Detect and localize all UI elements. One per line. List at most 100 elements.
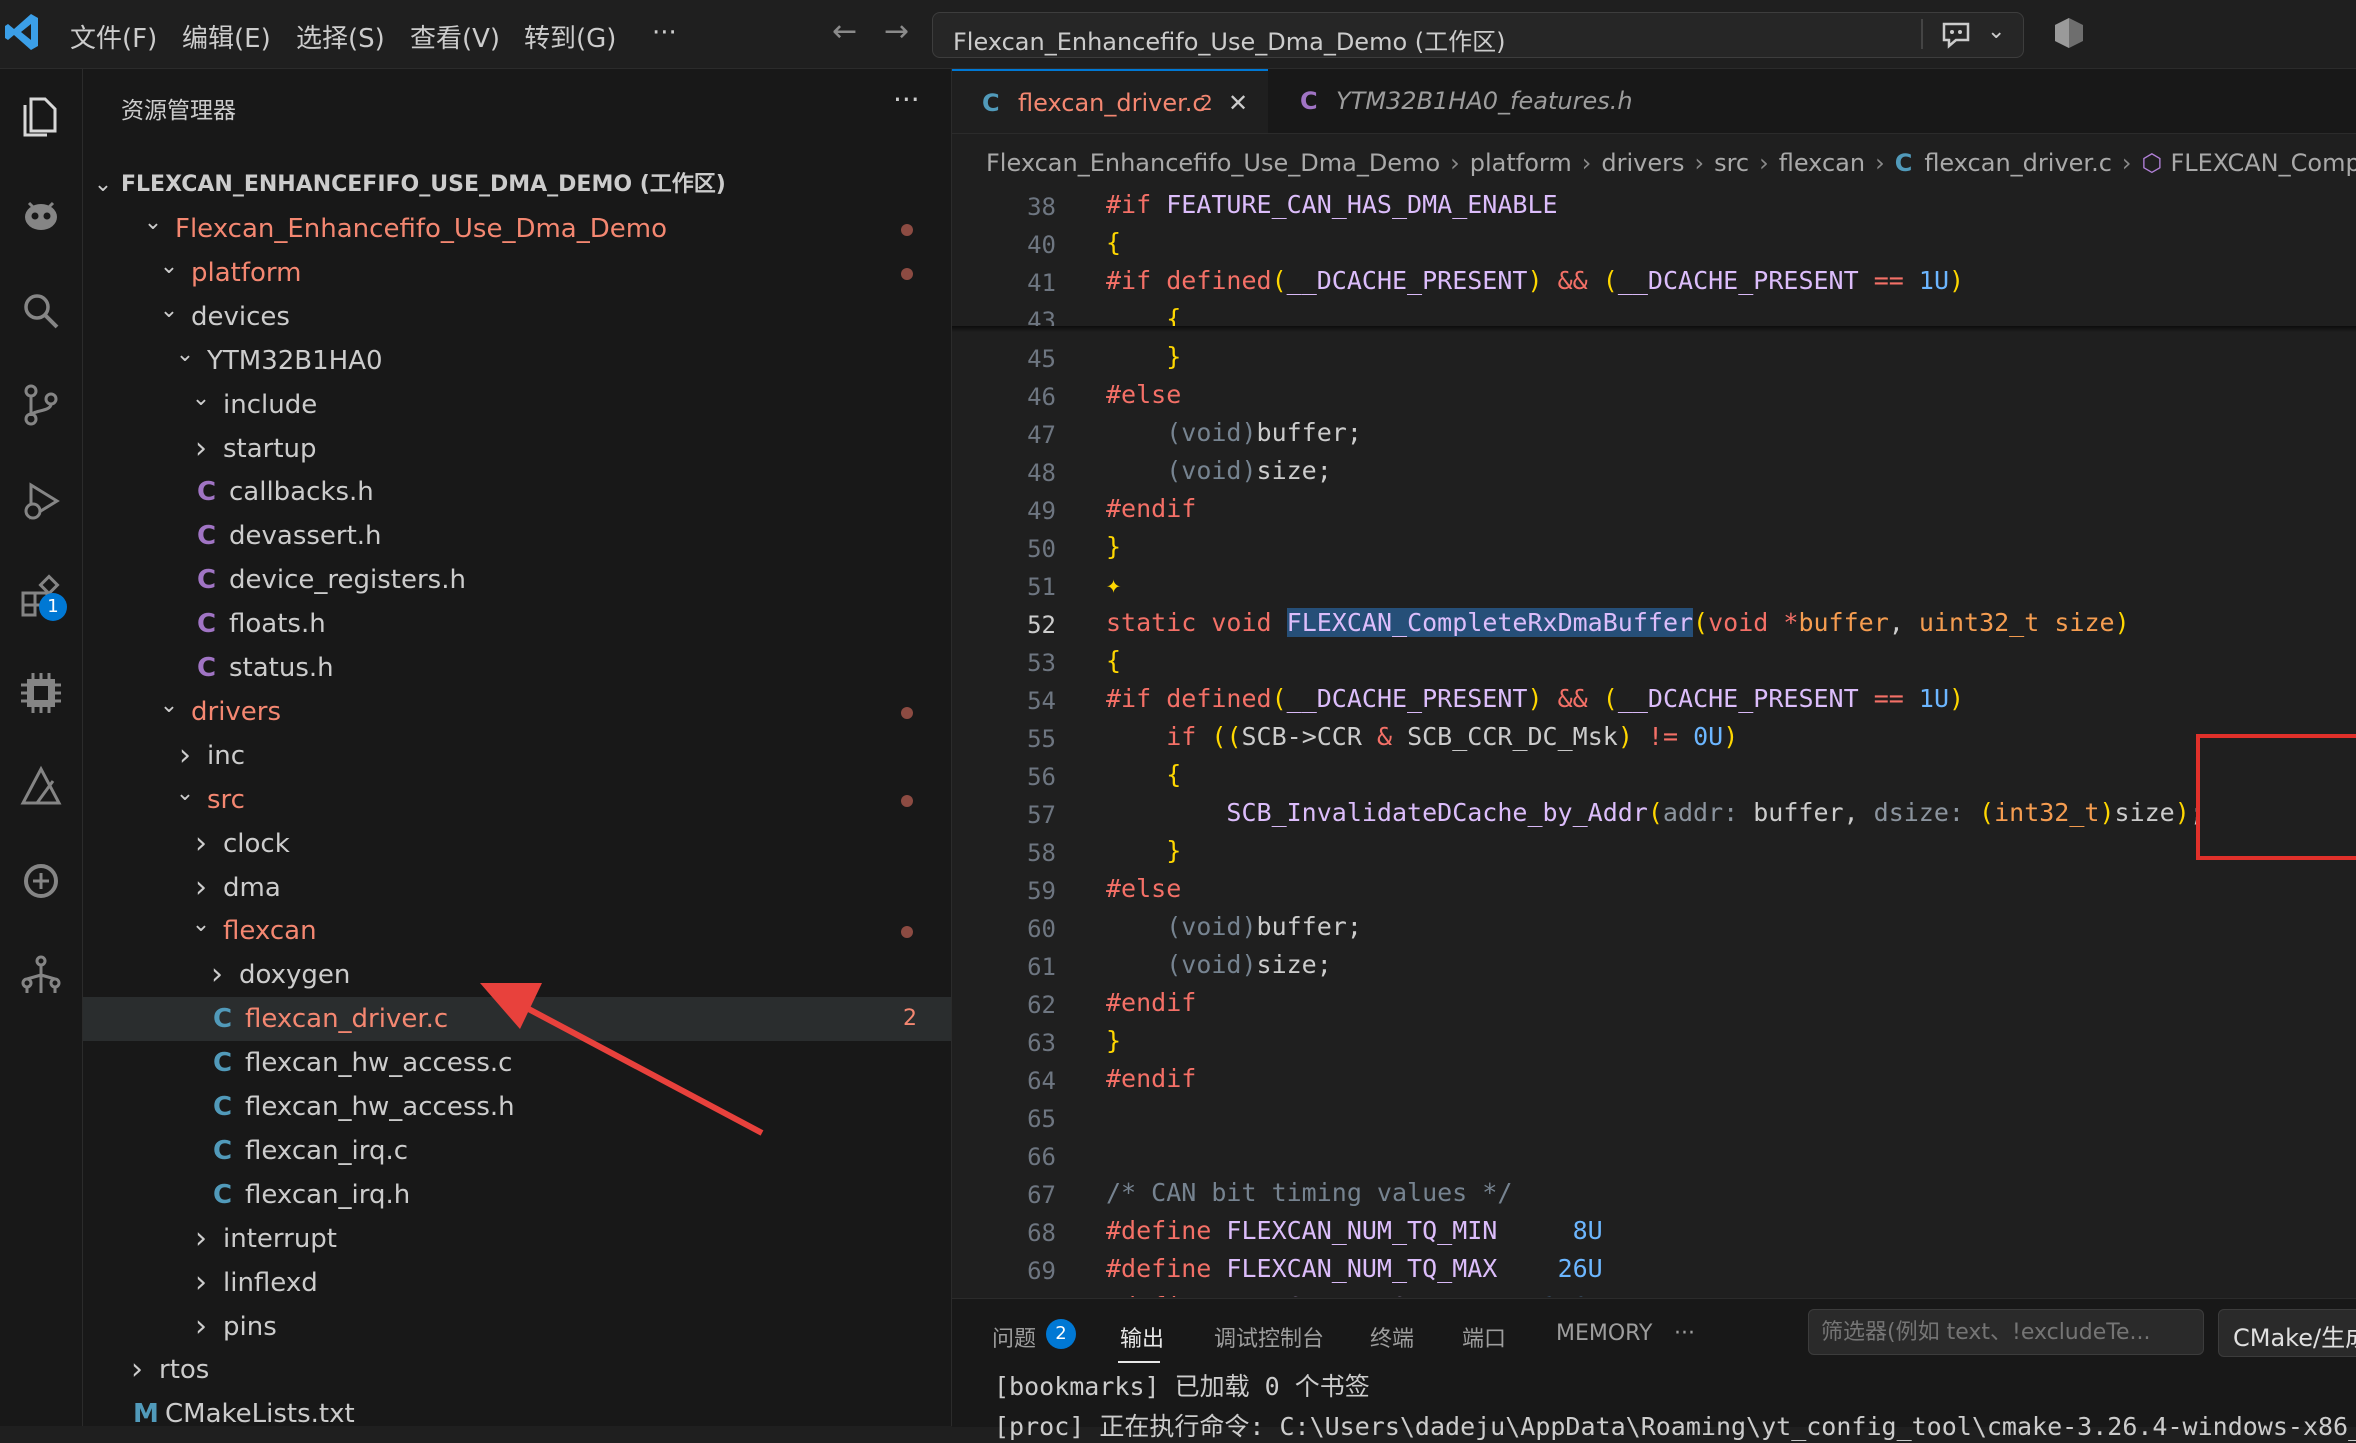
output-channel-select[interactable]: CMake/生成	[2218, 1309, 2356, 1357]
menu-item[interactable]: 转到(G)	[524, 18, 616, 55]
chevron-right-icon: ›	[195, 825, 207, 861]
menu-item[interactable]: 选择(S)	[296, 18, 385, 55]
panel-tab[interactable]: 端口	[1462, 1321, 1506, 1353]
tree-item[interactable]: › rtos	[83, 1348, 951, 1392]
menu-item[interactable]: 查看(V)	[410, 18, 500, 55]
explorer-icon[interactable]	[13, 89, 69, 145]
back-arrow-icon[interactable]: ←	[832, 14, 857, 49]
forward-arrow-icon[interactable]: →	[884, 14, 909, 49]
code-line[interactable]: #define FLEXCAN_NUM_TQ_MAX 26U	[1106, 1254, 1603, 1283]
output-filter-input[interactable]	[1808, 1309, 2204, 1355]
tree-item[interactable]: Ccallbacks.h	[83, 470, 951, 514]
tree-item-label: rtos	[159, 1355, 210, 1386]
menu-item[interactable]: 文件(F)	[70, 18, 157, 55]
breadcrumb-item[interactable]: platform	[1470, 149, 1572, 177]
tree-item[interactable]: Cstatus.h	[83, 646, 951, 690]
extensions-icon[interactable]: 1	[13, 569, 69, 625]
tree-item[interactable]: ⌄ YTM32B1HA0	[83, 339, 951, 383]
panel-tab[interactable]: MEMORY	[1556, 1321, 1653, 1346]
search-icon[interactable]	[13, 283, 69, 339]
code-line[interactable]: SCB_InvalidateDCache_by_Addr(addr: buffe…	[1106, 798, 2204, 827]
tree-item[interactable]: ⌄ include	[83, 383, 951, 427]
code-line[interactable]: ✦	[1106, 570, 1121, 599]
code-line[interactable]: #endif	[1106, 1064, 1196, 1093]
menu-item[interactable]: 编辑(E)	[182, 18, 271, 55]
tab-ytm32-features-h[interactable]: C YTM32B1HA0_features.h	[1270, 69, 1633, 133]
output-tab-underline	[1118, 1361, 1160, 1363]
code-line[interactable]: static void FLEXCAN_CompleteRxDmaBuffer(…	[1106, 608, 2130, 637]
code-line[interactable]: (void)size;	[1106, 456, 1332, 485]
build-tools-icon[interactable]	[13, 759, 69, 815]
panel-tab[interactable]: 调试控制台	[1214, 1321, 1324, 1353]
chevron-down-icon: ⌄	[93, 172, 113, 197]
accounts-icon[interactable]	[2052, 16, 2086, 54]
breadcrumb-item[interactable]: src	[1714, 149, 1749, 177]
explorer-more-button[interactable]: ···	[893, 83, 920, 116]
tree-item[interactable]: › interrupt	[83, 1217, 951, 1261]
tree-item[interactable]: ⌄ drivers	[83, 690, 951, 734]
menu-more-button[interactable]: ···	[652, 18, 677, 48]
breadcrumb-item[interactable]: flexcan_driver.c	[1924, 149, 2112, 177]
code-line[interactable]: }	[1106, 1026, 1121, 1055]
tree-item[interactable]: › pins	[83, 1305, 951, 1349]
panel-tab[interactable]: 终端	[1370, 1321, 1414, 1353]
tree-item[interactable]: › linflexd	[83, 1261, 951, 1305]
code-line[interactable]: #endif	[1106, 988, 1196, 1017]
chevron-down-icon[interactable]: ⌄	[1987, 19, 2005, 44]
copilot-chat-icon[interactable]	[1939, 17, 1973, 55]
code-line[interactable]: {	[1106, 228, 1121, 257]
tree-item[interactable]: ⌄ flexcan	[83, 909, 951, 953]
source-control-icon[interactable]	[13, 377, 69, 433]
code-line[interactable]: #define FLEXCAN_NUM_TQ_MIN 8U	[1106, 1216, 1603, 1245]
code-line[interactable]: #define FLEXCAN_PRESDIV_MAX 256U	[1106, 1292, 1603, 1297]
panel-tab[interactable]: ···	[1674, 1321, 1695, 1346]
chip-icon[interactable]	[13, 665, 69, 721]
command-center-search[interactable]: Flexcan_Enhancefifo_Use_Dma_Demo (工作区) ⌄	[932, 12, 2024, 58]
code-line[interactable]: (void)buffer;	[1106, 912, 1362, 941]
code-line[interactable]: {	[1106, 760, 1181, 789]
tree-item[interactable]: › dma	[83, 866, 951, 910]
code-editor[interactable]: 38 #if FEATURE_CAN_HAS_DMA_ENABLE 40 {41 #if…	[952, 185, 2356, 1297]
tree-item[interactable]: Cflexcan_irq.h	[83, 1173, 951, 1217]
code-line[interactable]: }	[1106, 532, 1121, 561]
breadcrumb-item[interactable]: FLEXCAN_Complet	[2170, 149, 2356, 177]
problem-count: 2	[903, 1006, 917, 1032]
code-line[interactable]: (void)size;	[1106, 950, 1332, 979]
panel-tab[interactable]: 输出	[1120, 1321, 1164, 1353]
code-line[interactable]: #if defined(__DCACHE_PRESENT) && (__DCAC…	[1106, 266, 1964, 295]
tree-item[interactable]: › clock	[83, 822, 951, 866]
tree-item[interactable]: › inc	[83, 734, 951, 778]
code-line[interactable]: }	[1106, 342, 1181, 371]
tree-item[interactable]: ⌄ Flexcan_Enhancefifo_Use_Dma_Demo	[83, 207, 951, 251]
copilot-icon[interactable]	[13, 185, 69, 241]
tree-item[interactable]: ⌄ platform	[83, 251, 951, 295]
code-line[interactable]: #else	[1106, 874, 1181, 903]
code-line[interactable]: #endif	[1106, 494, 1196, 523]
panel-tab[interactable]: 问题	[992, 1321, 1036, 1353]
code-line[interactable]: }	[1106, 836, 1181, 865]
code-line[interactable]: (void)buffer;	[1106, 418, 1362, 447]
code-line[interactable]: /* CAN bit timing values */	[1106, 1178, 1512, 1207]
tree-graph-icon[interactable]	[13, 947, 69, 1003]
workspace-header[interactable]: ⌄ FLEXCAN_ENHANCEFIFO_USE_DMA_DEMO (工作区)	[83, 163, 951, 207]
close-icon[interactable]: ✕	[1228, 71, 1248, 135]
tree-item[interactable]: ⌄ devices	[83, 295, 951, 339]
tree-item[interactable]: Cdevice_registers.h	[83, 558, 951, 602]
breadcrumb-item[interactable]: Flexcan_Enhancefifo_Use_Dma_Demo	[986, 149, 1440, 177]
code-line[interactable]: #else	[1106, 380, 1181, 409]
code-line[interactable]: #if defined(__DCACHE_PRESENT) && (__DCAC…	[1106, 684, 1964, 713]
tab-flexcan-driver-c[interactable]: C flexcan_driver.c 2 ✕	[952, 69, 1268, 133]
line-number: 62	[1027, 991, 1056, 1019]
tree-item[interactable]: ⌄ src	[83, 778, 951, 822]
breadcrumb-item[interactable]: flexcan	[1779, 149, 1865, 177]
run-debug-icon[interactable]	[13, 473, 69, 529]
code-line[interactable]: {	[1106, 646, 1121, 675]
breadcrumb-item[interactable]: drivers	[1601, 149, 1684, 177]
tree-item[interactable]: Cdevassert.h	[83, 514, 951, 558]
code-line[interactable]: if ((SCB->CCR & SCB_CCR_DC_Msk) != 0U)	[1106, 722, 1738, 751]
remote-explorer-icon[interactable]	[13, 853, 69, 909]
tree-item[interactable]: M CMakeLists.txt	[83, 1392, 951, 1436]
tree-item[interactable]: Cfloats.h	[83, 602, 951, 646]
tree-item[interactable]: › startup	[83, 427, 951, 471]
code-line[interactable]: #if FEATURE_CAN_HAS_DMA_ENABLE	[1106, 190, 1558, 219]
